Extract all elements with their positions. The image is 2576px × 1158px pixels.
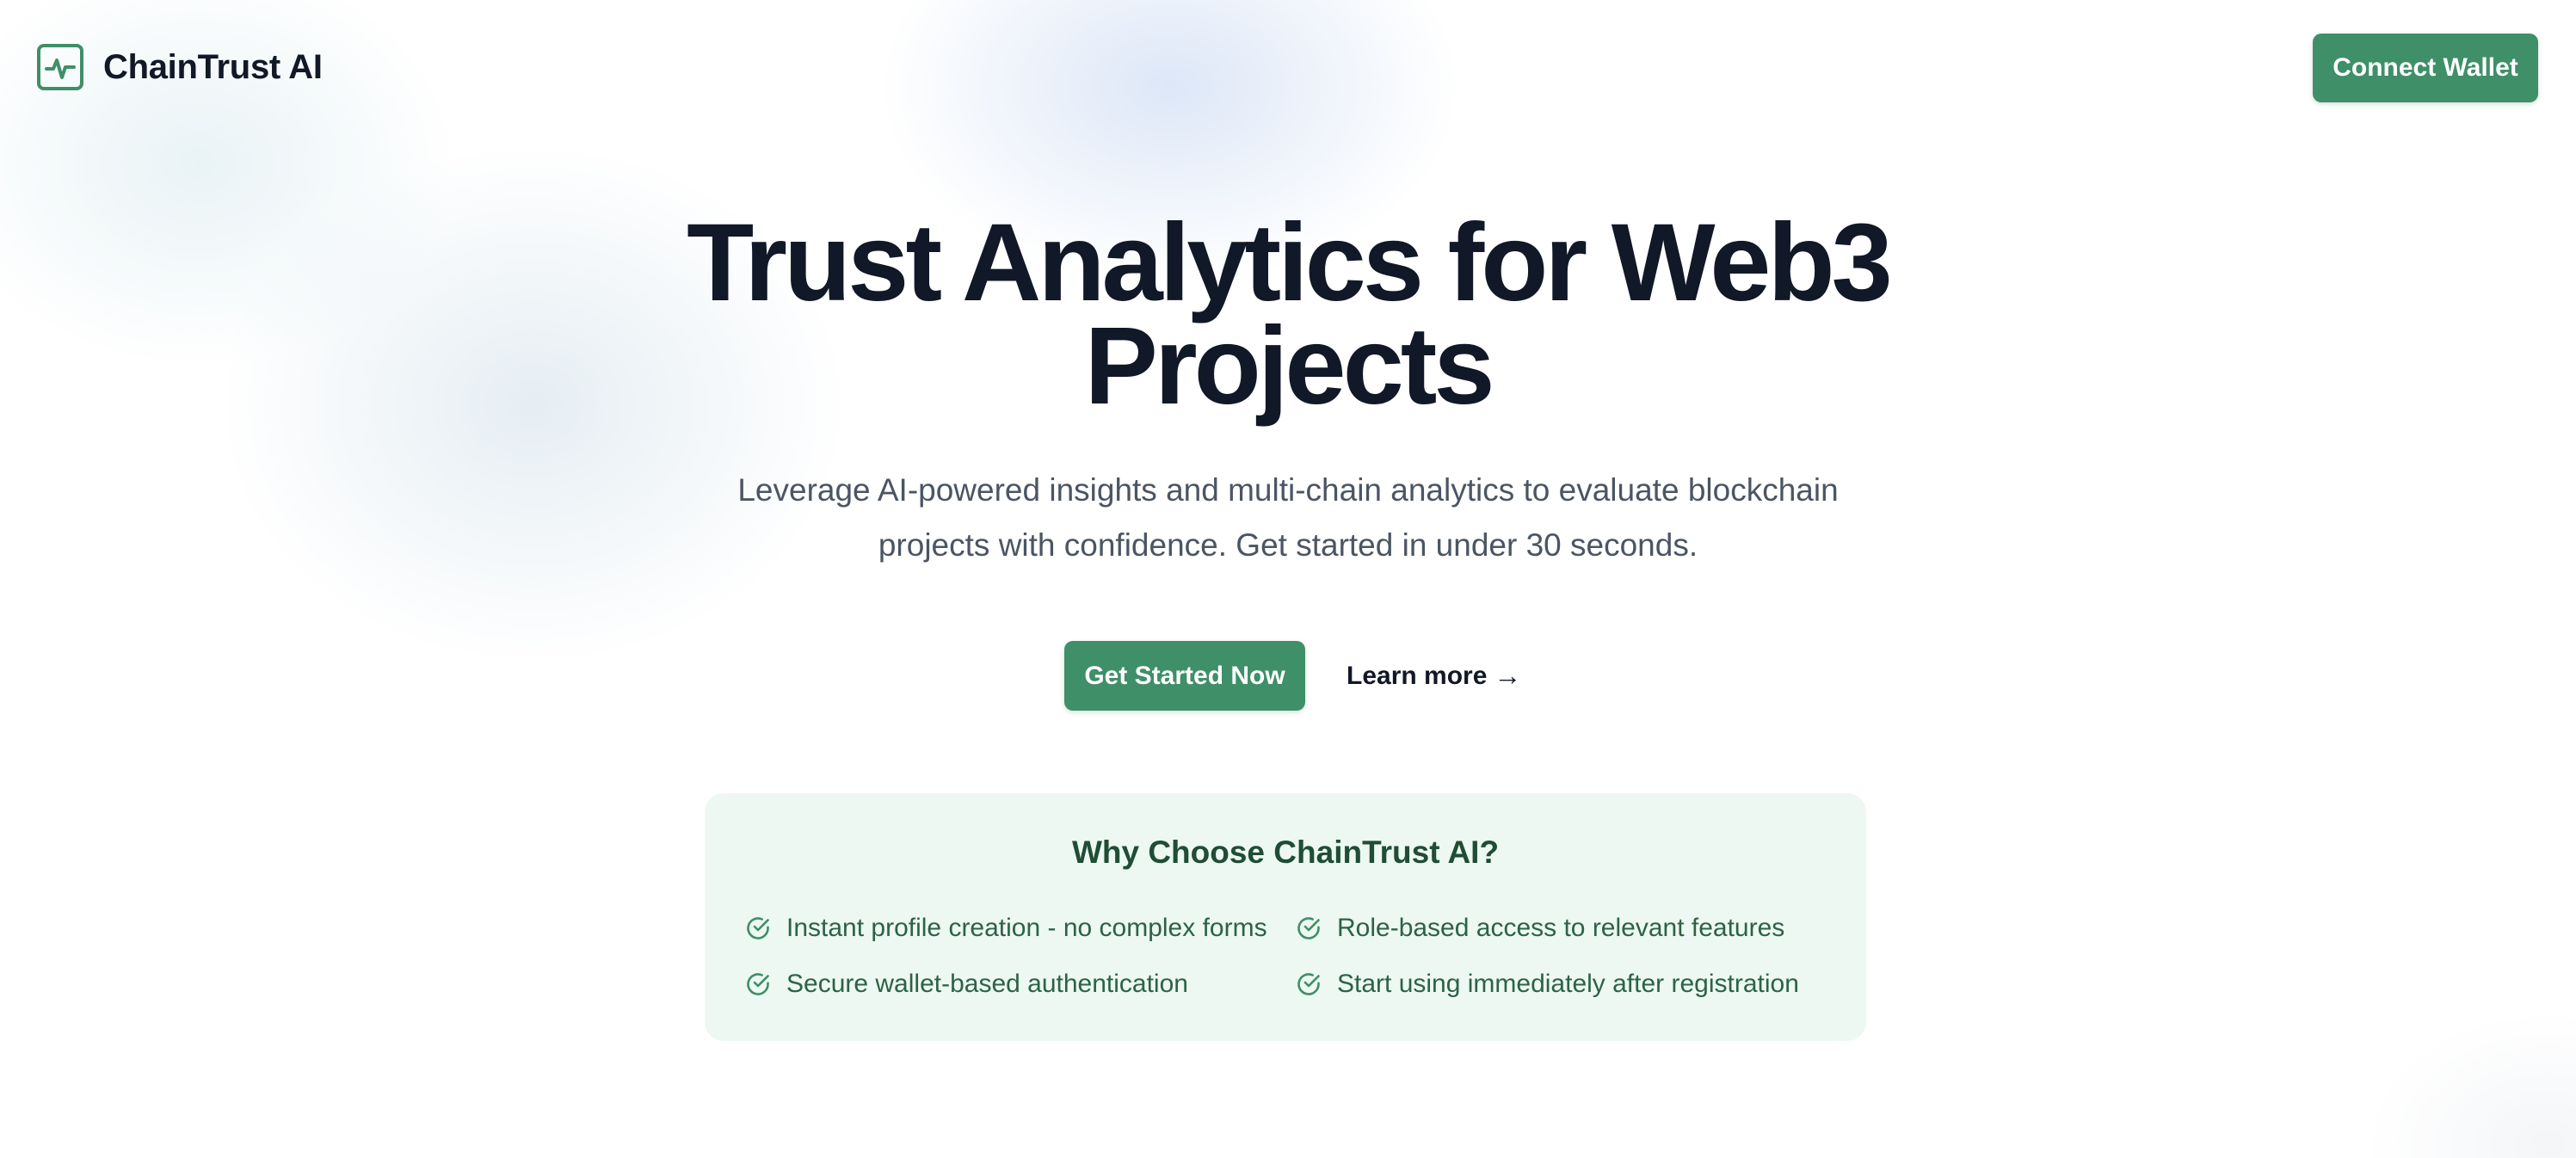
brand[interactable]: ChainTrust AI: [36, 43, 323, 91]
learn-more-link[interactable]: Learn more →: [1347, 641, 1521, 711]
hero-title-line-1: Trust Analytics for Web3: [687, 201, 1893, 324]
connect-wallet-button[interactable]: Connect Wallet: [2313, 34, 2538, 102]
feature-label: Start using immediately after registrati…: [1337, 970, 1799, 998]
hero-title-line-2: Projects: [1084, 305, 1494, 428]
features-card: Why Choose ChainTrust AI? Instant profil…: [705, 793, 1866, 1041]
feature-item: Role-based access to relevant features: [1295, 911, 1784, 945]
hero-title: Trust Analytics for Web3 Projects: [514, 201, 2062, 428]
hero-subtitle-line-2: projects with confidence. Get started in…: [878, 527, 1698, 563]
feature-label: Secure wallet-based authentication: [786, 970, 1188, 998]
hero-subtitle: Leverage AI-powered insights and multi-c…: [686, 463, 1890, 573]
check-circle-icon: [1297, 973, 1320, 995]
check-circle-icon: [747, 917, 769, 939]
feature-label: Role-based access to relevant features: [1337, 914, 1785, 942]
feature-item: Start using immediately after registrati…: [1295, 967, 1799, 1001]
top-navbar: ChainTrust AI Connect Wallet: [0, 0, 2576, 134]
hero-subtitle-line-1: Leverage AI-powered insights and multi-c…: [737, 472, 1839, 508]
feature-item: Instant profile creation - no complex fo…: [744, 911, 1267, 945]
feature-label: Instant profile creation - no complex fo…: [786, 914, 1267, 942]
get-started-button[interactable]: Get Started Now: [1064, 641, 1305, 711]
learn-more-label: Learn more: [1347, 661, 1488, 690]
check-circle-icon: [747, 973, 769, 995]
features-title: Why Choose ChainTrust AI?: [1071, 835, 1500, 870]
arrow-right-icon: →: [1494, 660, 1522, 691]
brand-name: ChainTrust AI: [103, 47, 323, 86]
activity-pulse-icon: [36, 43, 84, 91]
check-circle-icon: [1297, 917, 1320, 939]
feature-item: Secure wallet-based authentication: [744, 967, 1188, 1001]
